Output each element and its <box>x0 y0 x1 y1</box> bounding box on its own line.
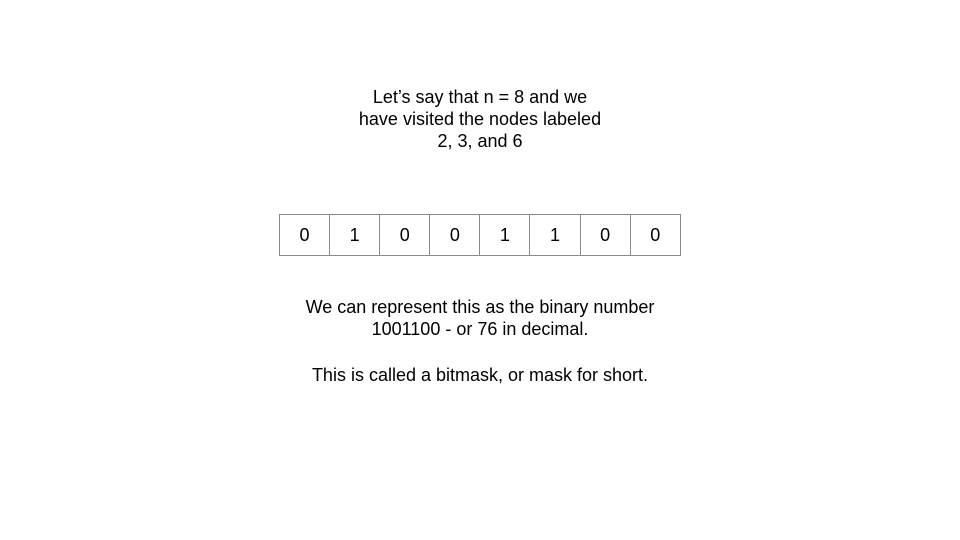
intro-line-2: have visited the nodes labeled <box>358 109 602 129</box>
explanation-text: We can represent this as the binary numb… <box>0 296 960 340</box>
bit-cell-4: 1 <box>480 214 531 256</box>
bit-cell-5: 1 <box>530 214 581 256</box>
bit-array: 0 1 0 0 1 1 0 0 <box>279 214 681 256</box>
explanation-line-2: 1001100 - or 76 in decimal. <box>371 319 589 339</box>
intro-line-3: 2, 3, and 6 <box>437 131 523 151</box>
bit-cell-3: 0 <box>430 214 481 256</box>
bitmask-note: This is called a bitmask, or mask for sh… <box>0 364 960 386</box>
intro-line-1: Let’s say that n = 8 and we <box>372 87 588 107</box>
intro-text: Let’s say that n = 8 and we have visited… <box>0 86 960 152</box>
bitmask-note-line: This is called a bitmask, or mask for sh… <box>311 365 649 385</box>
explanation-line-1: We can represent this as the binary numb… <box>305 297 655 317</box>
bit-cell-7: 0 <box>630 214 681 256</box>
bit-cell-6: 0 <box>580 214 631 256</box>
bit-cell-0: 0 <box>280 214 331 256</box>
bit-cell-1: 1 <box>330 214 381 256</box>
bit-cell-2: 0 <box>380 214 431 256</box>
